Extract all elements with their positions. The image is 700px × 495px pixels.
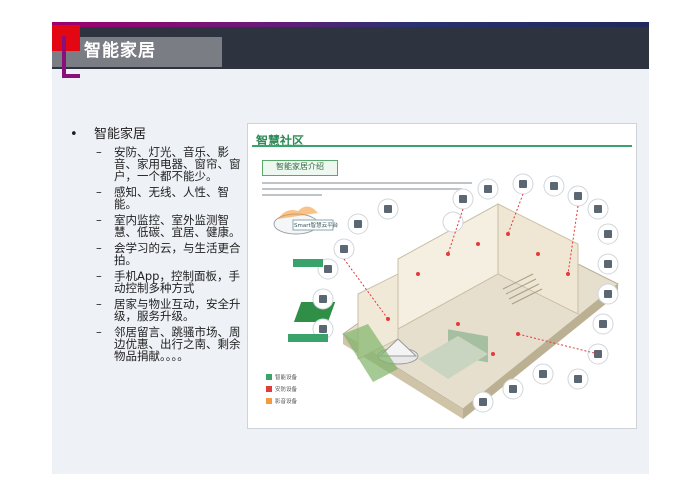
- cloud-label: Smart智慧云平台: [294, 223, 339, 229]
- smart-home-illustration: 智慧社区 智能家居介绍 Smart智慧云平台 智能设备 安防设备 影音设备: [247, 123, 637, 429]
- legend-item: 影音设备: [275, 399, 298, 405]
- sub-bullet: 手机App，控制面板，手动控制多种方式: [96, 270, 245, 294]
- sub-bullet: 会学习的云，与生活更合拍。: [96, 242, 245, 266]
- bullet-dot: •: [70, 127, 78, 142]
- house-diagram: [262, 173, 619, 419]
- legend: [266, 374, 272, 404]
- sub-bullet: 居家与物业互动，安全升级，服务升级。: [96, 298, 245, 322]
- purple-corner-accent: [62, 36, 80, 78]
- sub-bullet: 室内监控、室外监测智慧、低碳、宜居、健康。: [96, 214, 245, 238]
- house-floorplan: [293, 203, 619, 419]
- sub-bullet-list: 安防、灯光、音乐、影音、家用电器、窗帘、窗户，一个都不能少。 感知、无线、人性、…: [70, 146, 245, 362]
- sub-bullet: 邻居留言、跳骚市场、周边优惠、出行之南、剩余物品捐献。。。。: [96, 326, 245, 362]
- sub-bullet: 感知、无线、人性、智能。: [96, 186, 245, 210]
- top-stripe: [52, 22, 649, 27]
- slide-title: 智能家居: [84, 41, 156, 61]
- legend-item: 智能设备: [275, 375, 298, 381]
- main-bullet: • 智能家居: [70, 127, 245, 143]
- main-bullet-text: 智能家居: [94, 127, 147, 142]
- sub-bullet: 安防、灯光、音乐、影音、家用电器、窗帘、窗户，一个都不能少。: [96, 146, 245, 182]
- bullet-content: • 智能家居 安防、灯光、音乐、影音、家用电器、窗帘、窗户，一个都不能少。 感知…: [70, 127, 245, 366]
- legend-item: 安防设备: [275, 387, 298, 393]
- description-lines: [262, 182, 472, 196]
